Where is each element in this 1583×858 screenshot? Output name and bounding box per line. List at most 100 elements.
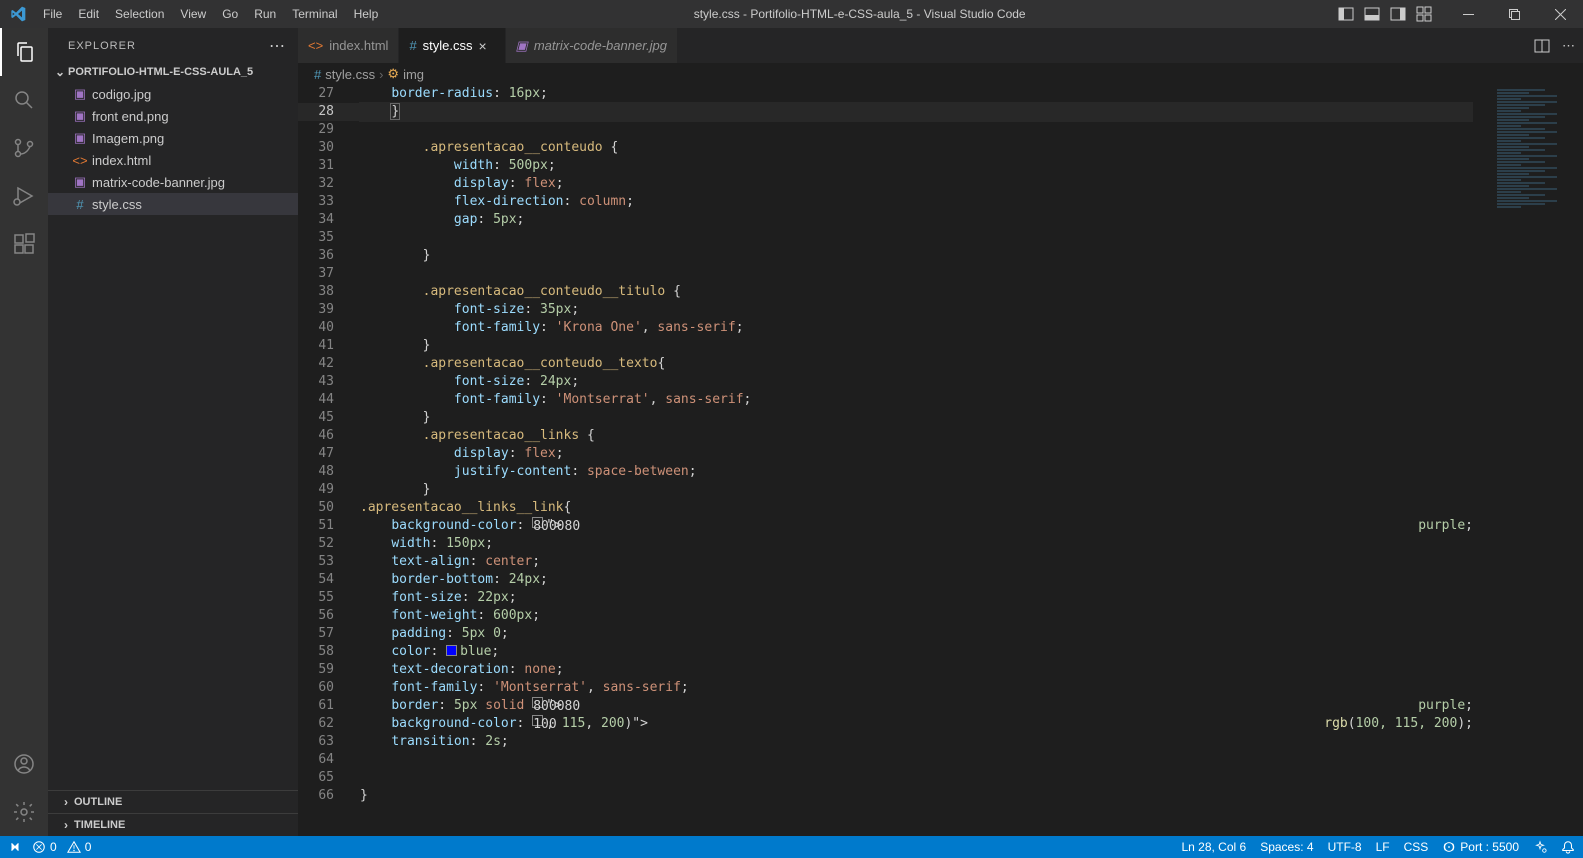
code-line[interactable]: 58 color: blue;	[298, 643, 1473, 661]
code-line[interactable]: 55 font-size: 22px;	[298, 589, 1473, 607]
code-line[interactable]: 46 .apresentacao__links {	[298, 427, 1473, 445]
split-editor-icon[interactable]	[1534, 38, 1550, 54]
file-item[interactable]: <>index.html	[48, 149, 298, 171]
code-line[interactable]: 48 justify-content: space-between;	[298, 463, 1473, 481]
code-line[interactable]: 39 font-size: 35px;	[298, 301, 1473, 319]
file-item[interactable]: ▣codigo.jpg	[48, 83, 298, 105]
code-line[interactable]: 27 border-radius: 16px;	[298, 85, 1473, 103]
menu-view[interactable]: View	[172, 0, 214, 28]
status-notifications-icon[interactable]	[1561, 840, 1575, 854]
code-line[interactable]: 41 }	[298, 337, 1473, 355]
file-name: style.css	[92, 197, 142, 212]
activity-explorer-icon[interactable]	[0, 28, 48, 76]
timeline-section[interactable]: › TIMELINE	[48, 813, 298, 836]
code-line[interactable]: 38 .apresentacao__conteudo__titulo {	[298, 283, 1473, 301]
code-line[interactable]: 64	[298, 751, 1473, 769]
code-line[interactable]: 54 border-bottom: 24px;	[298, 571, 1473, 589]
menu-help[interactable]: Help	[346, 0, 387, 28]
menu-run[interactable]: Run	[246, 0, 284, 28]
activity-settings-icon[interactable]	[0, 788, 48, 836]
status-remote-icon[interactable]	[8, 840, 22, 854]
tab-more-icon[interactable]: ⋯	[1562, 38, 1575, 54]
status-language[interactable]: CSS	[1404, 840, 1429, 854]
line-number: 49	[298, 481, 360, 499]
code-line[interactable]: 44 font-family: 'Montserrat', sans-serif…	[298, 391, 1473, 409]
code-line[interactable]: 34 gap: 5px;	[298, 211, 1473, 229]
code-line[interactable]: 29	[298, 121, 1473, 139]
code-line[interactable]: 43 font-size: 24px;	[298, 373, 1473, 391]
code-line[interactable]: 32 display: flex;	[298, 175, 1473, 193]
folder-header[interactable]: ⌄ PORTIFOLIO-HTML-E-CSS-AULA_5	[48, 63, 298, 81]
activity-source-control-icon[interactable]	[0, 124, 48, 172]
status-eol[interactable]: LF	[1376, 840, 1390, 854]
code-line[interactable]: 59 text-decoration: none;	[298, 661, 1473, 679]
code-area[interactable]: 27 border-radius: 16px;28 }2930 .apresen…	[298, 85, 1583, 836]
status-feedback-icon[interactable]	[1533, 840, 1547, 854]
close-button[interactable]	[1537, 0, 1583, 28]
code-line[interactable]: 63 transition: 2s;	[298, 733, 1473, 751]
code-line[interactable]: 53 text-align: center;	[298, 553, 1473, 571]
css-file-icon: #	[314, 67, 321, 82]
sidebar-more-icon[interactable]: ⋯	[269, 36, 286, 56]
code-line[interactable]: 61 border: 5px solid 800080">purple;	[298, 697, 1473, 715]
menu-terminal[interactable]: Terminal	[284, 0, 345, 28]
tab[interactable]: #style.css×	[399, 28, 505, 63]
file-item[interactable]: ▣Imagem.png	[48, 127, 298, 149]
tab-label: index.html	[329, 38, 388, 53]
status-warnings[interactable]: 0	[67, 840, 92, 854]
code-line[interactable]: 62 background-color: 100, 115, 200)">rgb…	[298, 715, 1473, 733]
activity-run-debug-icon[interactable]	[0, 172, 48, 220]
activity-accounts-icon[interactable]	[0, 740, 48, 788]
toggle-secondary-sidebar-icon[interactable]	[1385, 0, 1411, 28]
code-line[interactable]: 52 width: 150px;	[298, 535, 1473, 553]
menu-file[interactable]: File	[35, 0, 70, 28]
customize-layout-icon[interactable]	[1411, 0, 1437, 28]
tab[interactable]: <>index.html	[298, 28, 399, 63]
code-line[interactable]: 40 font-family: 'Krona One', sans-serif;	[298, 319, 1473, 337]
activity-extensions-icon[interactable]	[0, 220, 48, 268]
code-line[interactable]: 33 flex-direction: column;	[298, 193, 1473, 211]
breadcrumb[interactable]: # style.css › ⚙ img	[298, 63, 1583, 85]
file-item[interactable]: ▣front end.png	[48, 105, 298, 127]
code-line[interactable]: 60 font-family: 'Montserrat', sans-serif…	[298, 679, 1473, 697]
file-item[interactable]: #style.css	[48, 193, 298, 215]
code-line[interactable]: 65	[298, 769, 1473, 787]
status-errors[interactable]: 0	[32, 840, 57, 854]
menu-go[interactable]: Go	[214, 0, 246, 28]
status-live-server[interactable]: Port : 5500	[1442, 840, 1519, 854]
code-line[interactable]: 66}	[298, 787, 1473, 805]
toggle-panel-icon[interactable]	[1359, 0, 1385, 28]
code-line[interactable]: 51 background-color: 800080">purple;	[298, 517, 1473, 535]
status-encoding[interactable]: UTF-8	[1328, 840, 1362, 854]
code-line[interactable]: 31 width: 500px;	[298, 157, 1473, 175]
code-line[interactable]: 37	[298, 265, 1473, 283]
tab-close-icon[interactable]: ×	[479, 38, 495, 54]
maximize-button[interactable]	[1491, 0, 1537, 28]
code-line[interactable]: 36 }	[298, 247, 1473, 265]
code-line[interactable]: 45 }	[298, 409, 1473, 427]
code-line[interactable]: 35	[298, 229, 1473, 247]
line-number: 55	[298, 589, 360, 607]
minimize-button[interactable]	[1445, 0, 1491, 28]
status-indentation[interactable]: Spaces: 4	[1260, 840, 1313, 854]
main-area: EXPLORER ⋯ ⌄ PORTIFOLIO-HTML-E-CSS-AULA_…	[0, 28, 1583, 836]
toggle-primary-sidebar-icon[interactable]	[1333, 0, 1359, 28]
menu-selection[interactable]: Selection	[107, 0, 172, 28]
code-line[interactable]: 42 .apresentacao__conteudo__texto{	[298, 355, 1473, 373]
line-number: 28	[298, 103, 360, 121]
minimap[interactable]	[1473, 85, 1583, 836]
code-line[interactable]: 56 font-weight: 600px;	[298, 607, 1473, 625]
status-cursor-position[interactable]: Ln 28, Col 6	[1181, 840, 1246, 854]
code-line[interactable]: 47 display: flex;	[298, 445, 1473, 463]
code-line[interactable]: 30 .apresentacao__conteudo {	[298, 139, 1473, 157]
outline-section[interactable]: › OUTLINE	[48, 790, 298, 813]
code-line[interactable]: 49 }	[298, 481, 1473, 499]
code-line[interactable]: 28 }	[298, 103, 1473, 121]
activity-search-icon[interactable]	[0, 76, 48, 124]
tab[interactable]: ▣matrix-code-banner.jpg	[506, 28, 679, 63]
file-item[interactable]: ▣matrix-code-banner.jpg	[48, 171, 298, 193]
code-line[interactable]: 50.apresentacao__links__link{	[298, 499, 1473, 517]
file-name: index.html	[92, 153, 151, 168]
code-line[interactable]: 57 padding: 5px 0;	[298, 625, 1473, 643]
menu-edit[interactable]: Edit	[70, 0, 107, 28]
